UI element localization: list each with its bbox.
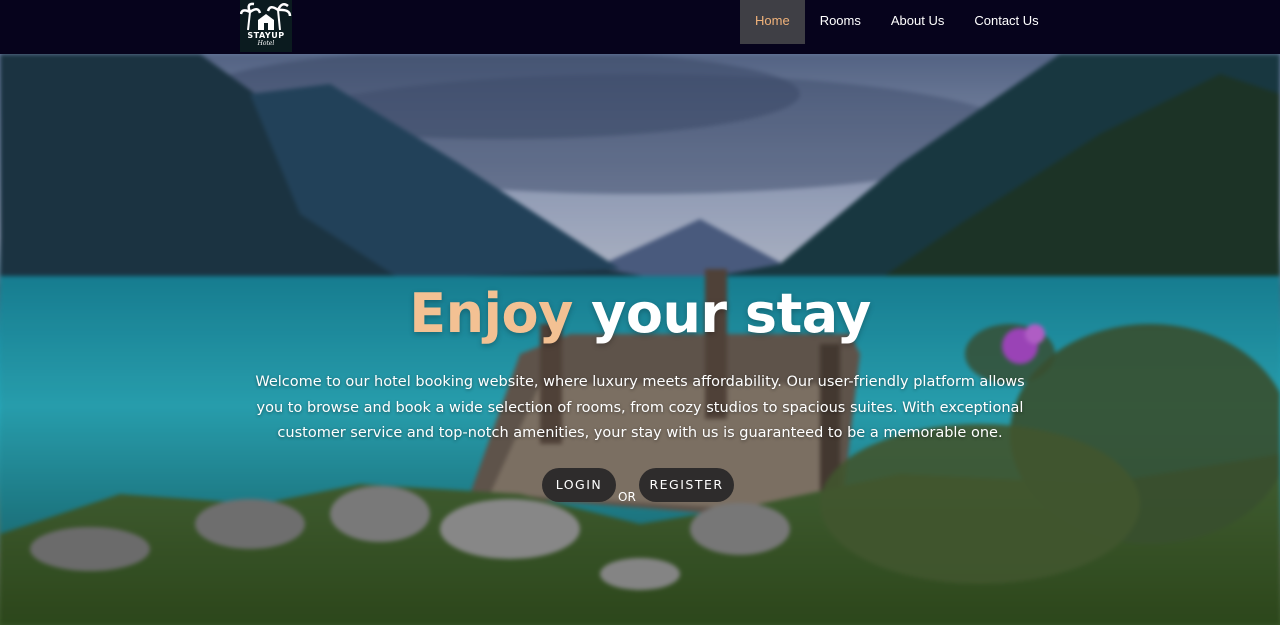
logo-brand: STAYUP [247,31,285,40]
nav-link-rooms[interactable]: Rooms [805,0,876,44]
hero-headline-accent: Enjoy [409,282,573,345]
hero-headline-rest: your stay [591,282,871,345]
login-button[interactable]: LOGIN [542,468,616,502]
nav-links: Home Rooms About Us Contact Us [740,0,1054,44]
hero-intro-text: Welcome to our hotel booking website, wh… [255,374,1025,441]
navbar: STAYUP Hotel Home Rooms About Us Contact… [0,0,1280,54]
logo[interactable]: STAYUP Hotel [240,0,292,52]
or-separator: OR [618,490,636,504]
nav-link-about-us[interactable]: About Us [876,0,959,44]
palm-tree-icon [240,2,292,31]
register-button[interactable]: REGISTER [639,468,734,502]
hero-headline: Enjoy your stay [0,282,1280,345]
logo-subtitle: Hotel [257,40,275,47]
nav-link-home[interactable]: Home [740,0,805,44]
hero-section: Enjoy your stay Welcome to our hotel boo… [0,54,1280,625]
nav-link-contact-us[interactable]: Contact Us [959,0,1053,44]
